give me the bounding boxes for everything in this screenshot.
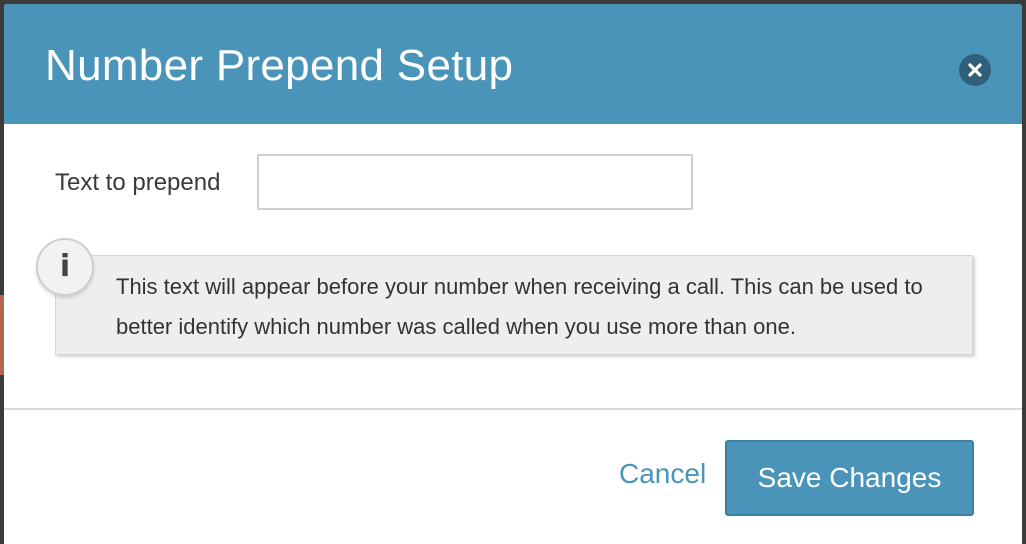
footer-divider — [4, 408, 1022, 410]
close-button[interactable] — [959, 54, 991, 86]
info-icon: i — [36, 238, 94, 296]
close-icon — [968, 63, 982, 77]
save-changes-button[interactable]: Save Changes — [725, 440, 974, 516]
number-prepend-dialog: Number Prepend Setup Text to prepend i T… — [4, 4, 1022, 544]
prepend-text-input[interactable] — [257, 154, 693, 210]
dialog-title: Number Prepend Setup — [45, 41, 514, 90]
info-text: This text will appear before your number… — [116, 274, 923, 339]
cancel-button[interactable]: Cancel — [619, 456, 706, 492]
info-icon-glyph: i — [59, 249, 71, 284]
dialog-header: Number Prepend Setup — [4, 4, 1022, 124]
prepend-text-label: Text to prepend — [55, 169, 221, 196]
